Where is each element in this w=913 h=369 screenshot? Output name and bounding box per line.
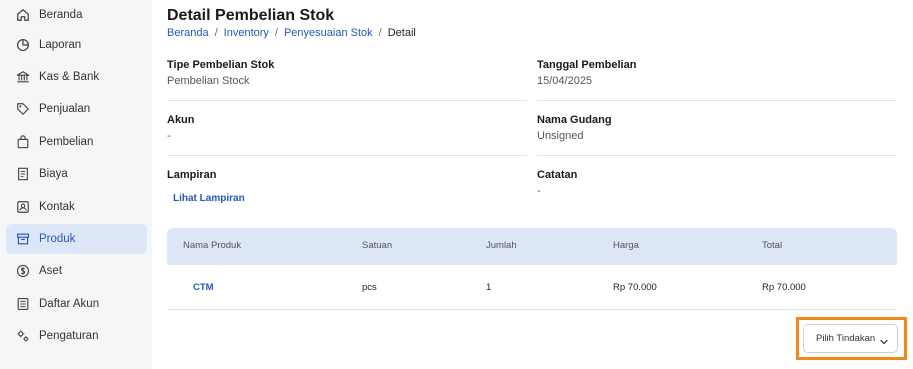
ledger-list-icon xyxy=(16,297,30,311)
column-header-harga: Harga xyxy=(613,240,639,251)
field-lampiran: Lampiran Lihat Lampiran xyxy=(167,169,527,204)
divider xyxy=(167,100,527,101)
sidebar-item-daftar-akun[interactable]: Daftar Akun xyxy=(6,289,147,319)
breadcrumb-separator: / xyxy=(214,27,218,39)
field-value: Pembelian Stock xyxy=(167,75,250,87)
choose-action-label: Pilih Tindakan xyxy=(816,333,876,344)
sidebar-item-kas-bank[interactable]: Kas & Bank xyxy=(6,62,147,92)
sidebar-item-label: Biaya xyxy=(39,168,68,180)
archive-box-icon xyxy=(16,232,30,246)
breadcrumb-link-penyesuaian-stok[interactable]: Penyesuaian Stok xyxy=(284,27,373,39)
sidebar-item-label: Pembelian xyxy=(39,136,94,148)
home-icon xyxy=(16,8,30,22)
page-title: Detail Pembelian Stok xyxy=(167,7,335,24)
dollar-circle-icon xyxy=(16,264,30,278)
column-header-jumlah: Jumlah xyxy=(486,240,517,251)
field-value: 15/04/2025 xyxy=(537,75,593,87)
breadcrumb-separator: / xyxy=(274,27,278,39)
chevron-down-icon xyxy=(879,334,889,345)
sidebar-item-biaya[interactable]: Biaya xyxy=(6,159,147,189)
cell-satuan: pcs xyxy=(362,282,377,293)
cell-harga: Rp 70.000 xyxy=(613,282,657,293)
sidebar-item-aset[interactable]: Aset xyxy=(6,256,147,286)
breadcrumb-current: Detail xyxy=(387,27,416,39)
cell-total: Rp 70.000 xyxy=(762,282,806,293)
sidebar-item-produk[interactable]: Produk xyxy=(6,224,147,254)
sidebar-item-label: Aset xyxy=(39,265,63,277)
field-nama-gudang: Nama Gudang Unsigned xyxy=(537,114,897,142)
field-catatan: Catatan - xyxy=(537,169,897,197)
field-label: Tipe Pembelian Stok xyxy=(167,59,275,71)
receipt-icon xyxy=(16,167,30,181)
sidebar-item-laporan[interactable]: Laporan xyxy=(6,30,147,60)
field-label: Catatan xyxy=(537,169,578,181)
shopping-bag-icon xyxy=(16,135,30,149)
sidebar-item-label: Daftar Akun xyxy=(39,298,100,310)
sidebar-item-kontak[interactable]: Kontak xyxy=(6,192,147,222)
field-value: - xyxy=(167,130,171,142)
choose-action-dropdown[interactable]: Pilih Tindakan xyxy=(803,324,898,353)
column-header-nama-produk: Nama Produk xyxy=(183,240,242,251)
sidebar-item-beranda[interactable]: Beranda xyxy=(6,0,147,30)
column-header-total: Total xyxy=(762,240,783,251)
sidebar-item-label: Beranda xyxy=(39,9,83,21)
divider xyxy=(537,155,897,156)
table-header: Nama Produk Satuan Jumlah Harga Total xyxy=(167,228,897,264)
divider xyxy=(167,155,527,156)
field-label: Akun xyxy=(167,114,195,126)
breadcrumb: Beranda / Inventory / Penyesuaian Stok /… xyxy=(167,27,416,39)
table-row: CTM pcs 1 Rp 70.000 Rp 70.000 xyxy=(167,264,897,309)
sidebar-item-label: Laporan xyxy=(39,39,82,51)
sidebar-item-label: Pengaturan xyxy=(39,330,99,342)
breadcrumb-separator: / xyxy=(378,27,382,39)
sidebar-item-label: Penjualan xyxy=(39,103,91,115)
field-label: Tanggal Pembelian xyxy=(537,59,637,71)
cell-jumlah: 1 xyxy=(486,282,492,293)
product-table: Nama Produk Satuan Jumlah Harga Total CT… xyxy=(167,228,897,310)
field-tipe-pembelian: Tipe Pembelian Stok Pembelian Stock xyxy=(167,59,527,87)
sidebar: Beranda Laporan Kas & Bank Penjualan Pem… xyxy=(0,0,152,369)
gears-icon xyxy=(16,329,30,343)
breadcrumb-link-inventory[interactable]: Inventory xyxy=(224,27,269,39)
field-akun: Akun - xyxy=(167,114,527,142)
sidebar-item-label: Produk xyxy=(39,233,76,245)
sidebar-item-label: Kas & Bank xyxy=(39,71,100,83)
column-header-satuan: Satuan xyxy=(362,240,393,251)
sidebar-item-pengaturan[interactable]: Pengaturan xyxy=(6,321,147,351)
sidebar-item-label: Kontak xyxy=(39,201,75,213)
field-value: - xyxy=(537,185,541,197)
sidebar-item-pembelian[interactable]: Pembelian xyxy=(6,127,147,157)
pie-chart-icon xyxy=(16,38,30,52)
contact-icon xyxy=(16,200,30,214)
bank-icon xyxy=(16,70,30,84)
sidebar-item-penjualan[interactable]: Penjualan xyxy=(6,94,147,124)
view-attachment-link[interactable]: Lihat Lampiran xyxy=(173,193,527,204)
product-link[interactable]: CTM xyxy=(193,265,214,310)
tag-icon xyxy=(16,102,30,116)
divider xyxy=(537,100,897,101)
field-label: Nama Gudang xyxy=(537,114,612,126)
field-label: Lampiran xyxy=(167,169,217,181)
field-value: Unsigned xyxy=(537,130,584,142)
breadcrumb-link-beranda[interactable]: Beranda xyxy=(167,27,209,39)
field-tanggal-pembelian: Tanggal Pembelian 15/04/2025 xyxy=(537,59,897,87)
